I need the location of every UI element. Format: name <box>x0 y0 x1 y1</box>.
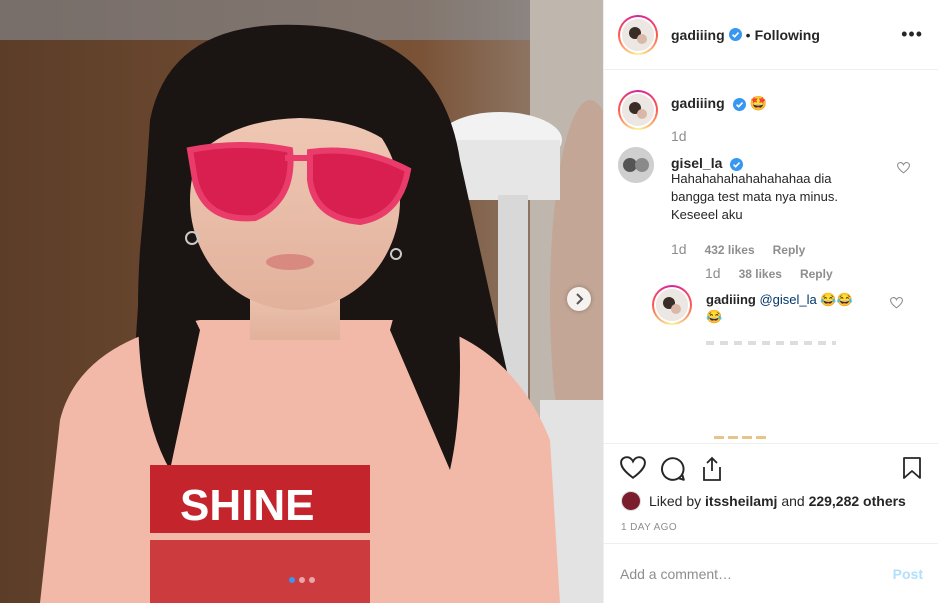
liked-by-and: and <box>781 493 805 509</box>
verified-badge-icon <box>732 97 746 111</box>
share-icon[interactable] <box>700 456 724 482</box>
post-actions: Liked by itssheilamj and 229,282 others … <box>604 443 938 543</box>
comment-time[interactable]: 1d <box>671 241 687 257</box>
comment-username[interactable]: gisel_la <box>671 155 722 171</box>
comment-avatar[interactable] <box>618 147 654 183</box>
comment-user[interactable]: gisel_la <box>671 155 744 171</box>
comment-like-heart-icon[interactable] <box>897 162 910 174</box>
comment-icon[interactable] <box>660 456 686 482</box>
reply-meta-likes[interactable]: 38 likes <box>739 267 782 281</box>
like-heart-icon[interactable] <box>620 456 646 480</box>
post-panel: gadiiing • Following ••• gadiiing 🤩 1d g… <box>603 0 938 603</box>
reply-emoji-tail: 😂 <box>706 309 723 324</box>
following-button[interactable]: Following <box>755 27 820 43</box>
caption-username[interactable]: gadiiing <box>671 95 725 111</box>
more-options-icon[interactable]: ••• <box>901 25 923 43</box>
reply-mention[interactable]: @gisel_la <box>759 292 816 307</box>
reply-meta: 1d 38 likes Reply <box>705 265 833 281</box>
avatar-image <box>622 94 654 126</box>
author-avatar[interactable] <box>618 14 658 55</box>
comment-meta: 1d 432 likes Reply <box>671 241 805 257</box>
add-comment-bar: Post <box>604 543 938 603</box>
comment-input[interactable] <box>620 565 893 582</box>
post-header: gadiiing • Following ••• <box>604 0 938 70</box>
bookmark-icon[interactable] <box>902 456 922 480</box>
svg-text:SHINE: SHINE <box>180 481 314 530</box>
comment-likes[interactable]: 432 likes <box>705 243 755 257</box>
follow-separator: • <box>745 26 751 43</box>
avatar-image <box>622 18 654 51</box>
liked-by-count[interactable]: 229,282 others <box>809 493 906 509</box>
caption-time[interactable]: 1d <box>671 128 687 144</box>
comment-reply-button[interactable]: Reply <box>773 243 806 257</box>
clipped-row-fragment <box>706 341 836 345</box>
post-timestamp[interactable]: 1 DAY AGO <box>621 522 677 533</box>
avatar-image <box>656 289 688 321</box>
reply-like-heart-icon[interactable] <box>890 297 903 309</box>
post-photo[interactable]: SHINE <box>0 0 603 603</box>
caption: gadiiing 🤩 <box>671 95 767 112</box>
reply-meta-time[interactable]: 1d <box>705 265 721 281</box>
caption-text: 🤩 <box>749 95 767 111</box>
reply-username[interactable]: gadiiing <box>706 292 756 307</box>
liked-by: Liked by itssheilamj and 229,282 others <box>621 491 906 511</box>
clipped-emoji-fragment <box>714 436 770 439</box>
carousel-dot <box>299 577 305 583</box>
chevron-right-icon <box>576 293 584 305</box>
post-comment-button[interactable]: Post <box>893 566 923 582</box>
comment-text: Hahahahahahahahahaa dia bangga test mata… <box>671 171 838 222</box>
reply-meta-reply-button[interactable]: Reply <box>800 267 833 281</box>
reply-comment: gadiiing @gisel_la 😂😂 😂 <box>706 291 886 325</box>
photo-illustration: SHINE <box>0 0 603 603</box>
carousel-dot <box>309 577 315 583</box>
verified-badge-icon <box>728 28 742 41</box>
next-photo-button[interactable] <box>567 287 591 311</box>
liked-by-user[interactable]: itssheilamj <box>705 493 777 509</box>
avatar-illustration <box>618 147 654 183</box>
caption-avatar[interactable] <box>618 90 658 130</box>
carousel-dot <box>289 577 295 583</box>
verified-badge-icon <box>730 157 744 171</box>
avatar-illustration <box>622 94 654 126</box>
liker-avatar[interactable] <box>621 491 641 511</box>
avatar-illustration <box>622 18 654 51</box>
reply-avatar[interactable] <box>652 285 692 325</box>
author-username[interactable]: gadiiing <box>671 27 725 43</box>
carousel-dots <box>289 577 315 583</box>
reply-emoji: 😂😂 <box>820 292 853 307</box>
avatar-illustration <box>656 289 688 321</box>
liked-by-prefix: Liked by <box>649 493 702 509</box>
comments-section[interactable]: gadiiing 🤩 1d gisel_la Hahahahahahahahah… <box>604 71 938 443</box>
